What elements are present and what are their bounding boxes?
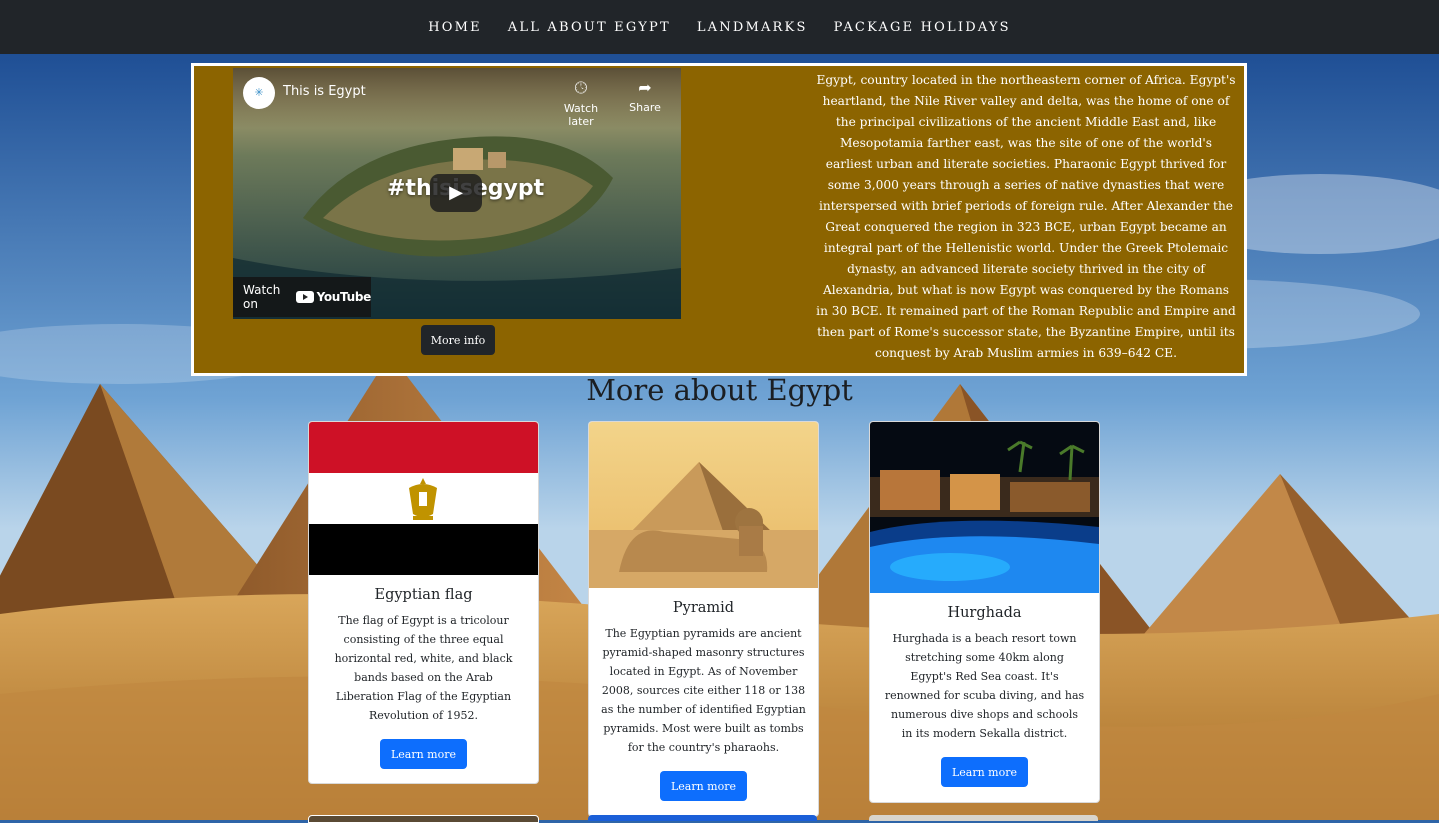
watch-later-button[interactable]: 🕓︎ Watch later [553, 78, 609, 128]
card-title: Hurghada [947, 605, 1022, 621]
youtube-logo: YouTube [295, 290, 372, 304]
watch-later-label: Watch later [563, 102, 599, 128]
play-icon: ▶ [449, 182, 463, 203]
youtube-play-icon [295, 291, 314, 303]
play-button[interactable]: ▶ [430, 174, 482, 212]
egyptian-flag-image [309, 422, 538, 575]
youtube-video-embed[interactable]: ✳ This is Egypt 🕓︎ Watch later ➦ Share #… [233, 68, 681, 319]
card-hurghada: Hurghada Hurghada is a beach resort town… [869, 421, 1100, 803]
intro-paragraph: Egypt, country located in the northeaste… [816, 73, 1236, 360]
learn-more-button[interactable]: Learn more [940, 757, 1029, 787]
nav-link-home[interactable]: HOME [426, 16, 484, 39]
youtube-wordmark: YouTube [316, 290, 372, 304]
card-title: Pyramid [672, 600, 735, 616]
channel-avatar-icon[interactable]: ✳ [243, 77, 275, 109]
card-text: The flag of Egypt is a tricolour consist… [334, 614, 513, 722]
video-title[interactable]: This is Egypt [283, 84, 366, 99]
share-label: Share [629, 101, 661, 114]
share-button[interactable]: ➦ Share [625, 78, 665, 114]
card-text: Hurghada is a beach resort town stretchi… [884, 632, 1085, 740]
section-title: More about Egypt [586, 373, 853, 407]
intro-section: ✳ This is Egypt 🕓︎ Watch later ➦ Share #… [191, 63, 1247, 376]
learn-more-button[interactable]: Learn more [379, 739, 468, 769]
watch-on-label: Watch on [243, 283, 281, 311]
watch-on-youtube-link[interactable]: Watch on YouTube [233, 277, 371, 317]
next-card-stub [308, 815, 539, 823]
card-text: The Egyptian pyramids are ancient pyrami… [601, 627, 806, 754]
hurghada-resort-image [870, 422, 1099, 593]
card-title: Egyptian flag [374, 587, 473, 603]
more-info-button[interactable]: More info [421, 325, 495, 355]
pyramid-sphinx-image [589, 422, 818, 588]
card-egyptian-flag: Egyptian flag The flag of Egypt is a tri… [308, 421, 539, 784]
card-pyramid: Pyramid The Egyptian pyramids are ancien… [588, 421, 819, 817]
share-icon: ➦ [638, 78, 652, 97]
next-card-stub [869, 815, 1098, 821]
learn-more-button[interactable]: Learn more [659, 771, 748, 801]
nav-link-package-holidays[interactable]: PACKAGE HOLIDAYS [832, 16, 1013, 39]
clock-icon: 🕓︎ [574, 78, 588, 97]
top-navbar: HOME ALL ABOUT EGYPT LANDMARKS PACKAGE H… [0, 0, 1439, 54]
nav-link-all-about-egypt[interactable]: ALL ABOUT EGYPT [506, 16, 673, 39]
next-card-stub [588, 815, 817, 821]
nav-link-landmarks[interactable]: LANDMARKS [695, 16, 810, 39]
